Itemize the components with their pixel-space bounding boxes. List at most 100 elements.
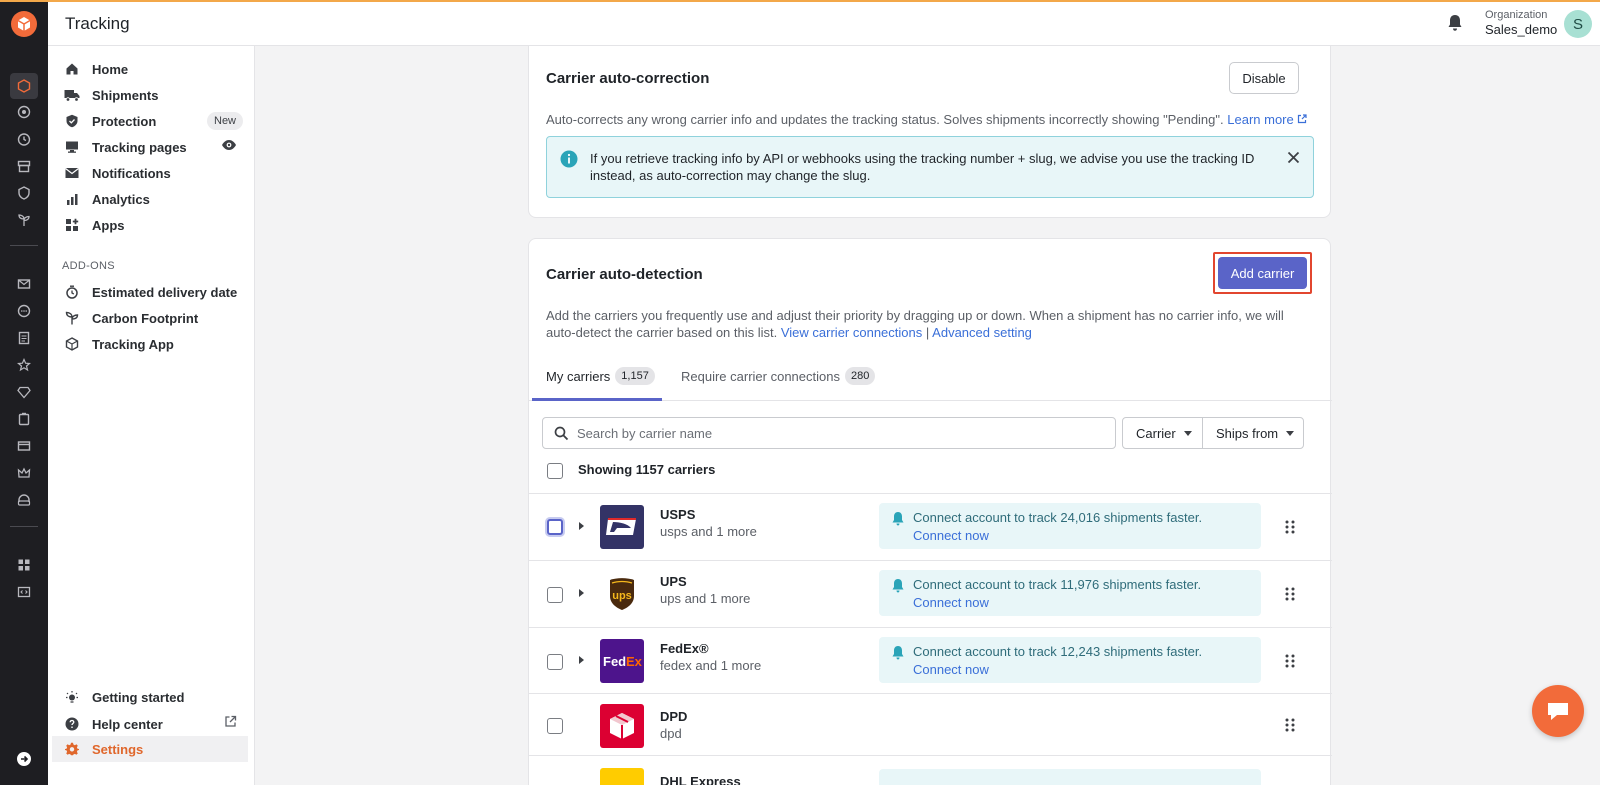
document-app-icon[interactable]: [13, 327, 35, 349]
sidebar-item-notifications[interactable]: Notifications: [48, 160, 254, 186]
carrier-slug: dpd: [660, 726, 682, 741]
carrier-search-input[interactable]: Search by carrier name: [542, 417, 1116, 449]
carrier-row[interactable]: USPS usps and 1 more Connect account to …: [529, 493, 1332, 559]
dhl-logo-icon: [600, 768, 644, 785]
target-app-icon[interactable]: [13, 101, 35, 123]
mail-app-icon[interactable]: [13, 273, 35, 295]
shield-app-icon[interactable]: [13, 182, 35, 204]
return-app-icon[interactable]: [13, 408, 35, 430]
truck-icon: [64, 87, 80, 103]
connect-now-link[interactable]: Connect now: [913, 662, 989, 677]
sidebar-item-help-center[interactable]: Help center: [48, 711, 254, 737]
external-link-icon[interactable]: [224, 715, 237, 733]
carrier-name: DHL Express: [660, 774, 741, 785]
sidebar-item-analytics[interactable]: Analytics: [48, 186, 254, 212]
advanced-setting-link[interactable]: Advanced setting: [932, 325, 1032, 340]
user-avatar[interactable]: S: [1564, 10, 1592, 38]
star-app-icon[interactable]: [13, 354, 35, 376]
top-header: Tracking Organization Sales_demo S: [48, 2, 1600, 46]
link-separator: |: [925, 325, 930, 340]
connect-notice-text: Connect account to track 12,243 shipment…: [913, 644, 1203, 659]
tracking-app-icon[interactable]: [10, 73, 38, 99]
drag-handle-icon[interactable]: [1285, 520, 1295, 539]
connect-notice: [879, 769, 1261, 785]
page-title: Tracking: [65, 14, 130, 33]
crown-app-icon[interactable]: [13, 462, 35, 484]
sidebar-item-protection[interactable]: Protection New: [48, 108, 254, 134]
chat-app-icon[interactable]: [13, 300, 35, 322]
tab-my-carriers[interactable]: My carriers 1,157: [546, 367, 655, 385]
expand-caret-icon[interactable]: [579, 589, 584, 597]
sidebar-item-apps[interactable]: Apps: [48, 212, 254, 238]
sidebar-item-tracking-pages[interactable]: Tracking pages: [48, 134, 254, 160]
sidebar-item-label: Apps: [92, 217, 125, 233]
sidebar-item-carbon-footprint[interactable]: Carbon Footprint: [48, 305, 254, 331]
carrier-name: FedEx®: [660, 641, 709, 656]
sidebar-item-home[interactable]: Home: [48, 56, 254, 82]
sidebar-item-label: Tracking pages: [92, 139, 187, 155]
organization-name[interactable]: Sales_demo: [1485, 22, 1557, 37]
plant-app-icon[interactable]: [13, 209, 35, 231]
carrier-filter-dropdown[interactable]: Carrier: [1122, 417, 1203, 449]
carrier-checkbox[interactable]: [547, 519, 563, 535]
count-badge: 280: [844, 367, 876, 385]
external-link-icon[interactable]: [1297, 114, 1307, 124]
card-app-icon[interactable]: [13, 435, 35, 457]
monitor-icon: [64, 139, 80, 155]
brand-logo-icon[interactable]: [11, 11, 37, 37]
carrier-checkbox[interactable]: [547, 718, 563, 734]
select-all-checkbox[interactable]: [547, 463, 563, 479]
drag-handle-icon[interactable]: [1285, 587, 1295, 606]
support-app-icon[interactable]: [13, 489, 35, 511]
sidebar-item-settings[interactable]: Settings: [52, 736, 248, 762]
sidebar-item-tracking-app[interactable]: Tracking App: [48, 331, 254, 357]
close-icon[interactable]: [1287, 151, 1300, 169]
sidebar-item-shipments[interactable]: Shipments: [48, 82, 254, 108]
carrier-name: DPD: [660, 709, 688, 724]
carrier-row[interactable]: ups UPS ups and 1 more Connect account t…: [529, 560, 1332, 626]
carrier-name: USPS: [660, 507, 696, 522]
eye-icon[interactable]: [221, 138, 237, 156]
new-badge: New: [207, 112, 244, 130]
bar-chart-icon: [64, 191, 80, 207]
carrier-row[interactable]: Fed Ex FedEx® fedex and 1 more Connect ac…: [529, 627, 1332, 693]
notifications-bell-icon[interactable]: [1446, 13, 1464, 38]
expand-caret-icon[interactable]: [579, 656, 584, 664]
diamond-app-icon[interactable]: [13, 381, 35, 403]
connect-notice: Connect account to track 11,976 shipment…: [879, 570, 1261, 616]
sidebar-item-estimated-delivery-date[interactable]: Estimated delivery date: [48, 279, 254, 305]
carrier-row[interactable]: DHL Express: [529, 755, 1332, 785]
dropdown-label: Carrier: [1136, 425, 1176, 441]
tab-require-carrier-connections[interactable]: Require carrier connections 280: [681, 367, 876, 385]
sidebar-item-label: Home: [92, 61, 129, 77]
connect-now-link[interactable]: Connect now: [913, 528, 989, 543]
chat-bubble-button[interactable]: [1532, 685, 1584, 737]
showing-count: Showing 1157 carriers: [578, 462, 716, 477]
learn-more-link[interactable]: Learn more: [1227, 112, 1293, 127]
sidebar-item-label: Settings: [92, 741, 144, 757]
carrier-checkbox[interactable]: [547, 654, 563, 670]
ups-logo-icon: ups: [600, 572, 644, 616]
search-placeholder: Search by carrier name: [577, 426, 713, 441]
sidebar-item-label: Tracking App: [92, 336, 174, 352]
expand-caret-icon[interactable]: [579, 522, 584, 530]
auto-detection-title: Carrier auto-detection: [546, 266, 703, 283]
drag-handle-icon[interactable]: [1285, 718, 1295, 737]
expand-rail-icon[interactable]: [13, 748, 35, 770]
clock-app-icon[interactable]: [13, 128, 35, 150]
store-app-icon[interactable]: [13, 155, 35, 177]
count-badge: 1,157: [615, 367, 655, 385]
app-rail: [0, 0, 48, 785]
connect-now-link[interactable]: Connect now: [913, 595, 989, 610]
sidebar-item-getting-started[interactable]: Getting started: [48, 684, 254, 710]
apps-grid-rail-icon[interactable]: [13, 554, 35, 576]
drag-handle-icon[interactable]: [1285, 654, 1295, 673]
connect-notice-text: Connect account to track 24,016 shipment…: [913, 510, 1203, 525]
svg-text:ups: ups: [612, 590, 632, 602]
disable-button[interactable]: Disable: [1229, 62, 1299, 94]
developer-code-icon[interactable]: [13, 581, 35, 603]
view-carrier-connections-link[interactable]: View carrier connections: [781, 325, 922, 340]
carrier-checkbox[interactable]: [547, 587, 563, 603]
carrier-row[interactable]: DPD dpd: [529, 693, 1332, 759]
ships-from-filter-dropdown[interactable]: Ships from: [1202, 417, 1304, 449]
